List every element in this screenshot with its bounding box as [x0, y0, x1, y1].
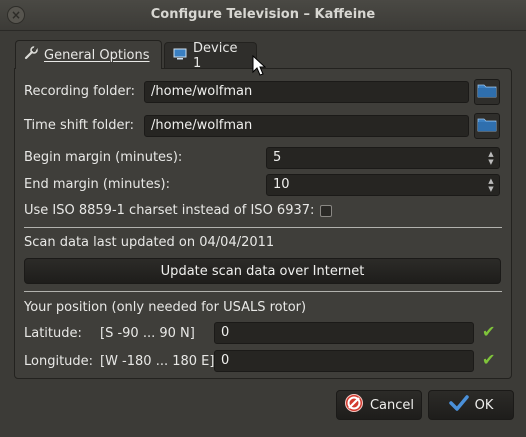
recording-folder-browse-button[interactable]	[474, 79, 500, 105]
begin-margin-spinbox[interactable]: 5 ▲ ▼	[266, 147, 500, 169]
begin-margin-label: Begin margin (minutes):	[24, 150, 183, 165]
timeshift-folder-input[interactable]: /home/wolfman	[144, 115, 469, 137]
latitude-range: [S -90 ... 90 N]	[100, 326, 195, 341]
position-header: Your position (only needed for USALS rot…	[24, 300, 307, 315]
timeshift-folder-browse-button[interactable]	[474, 113, 500, 139]
wrench-icon	[24, 46, 38, 64]
end-margin-spinbox[interactable]: 10 ▲ ▼	[266, 174, 500, 196]
end-margin-value: 10	[273, 177, 290, 192]
tab-general-options[interactable]: General Options	[15, 40, 162, 69]
iso-charset-checkbox[interactable]	[320, 205, 332, 217]
folder-icon	[477, 116, 497, 136]
separator	[24, 227, 502, 228]
latitude-label: Latitude:	[24, 326, 82, 341]
timeshift-folder-label: Time shift folder:	[24, 118, 135, 133]
folder-icon	[477, 82, 497, 102]
mouse-pointer-icon	[252, 54, 267, 81]
spin-arrows-icon[interactable]: ▲ ▼	[483, 148, 499, 168]
cancel-icon	[344, 393, 364, 417]
ok-button[interactable]: OK	[428, 390, 514, 420]
tab-device-1[interactable]: Device 1	[164, 40, 257, 71]
monitor-icon	[173, 48, 187, 64]
spin-arrows-icon[interactable]: ▲ ▼	[483, 175, 499, 195]
update-scan-button[interactable]: Update scan data over Internet	[24, 258, 501, 284]
longitude-label: Longitude:	[24, 354, 94, 369]
longitude-range: [W -180 ... 180 E]	[100, 354, 215, 369]
ok-button-label: OK	[474, 397, 494, 413]
begin-margin-value: 5	[273, 150, 282, 165]
tab-general-options-label: General Options	[44, 47, 150, 63]
latitude-valid-check-icon: ✔	[482, 322, 496, 341]
window-title: Configure Television – Kaffeine	[150, 7, 376, 22]
scan-updated-label: Scan data last updated on 04/04/2011	[24, 235, 275, 250]
cancel-button[interactable]: Cancel	[336, 390, 422, 420]
cancel-button-label: Cancel	[369, 397, 415, 413]
latitude-input[interactable]: 0	[214, 322, 474, 344]
iso-charset-label: Use ISO 8859-1 charset instead of ISO 69…	[24, 203, 315, 218]
recording-folder-label: Recording folder:	[24, 84, 136, 99]
ok-check-icon	[448, 394, 469, 416]
title-bar: × Configure Television – Kaffeine	[0, 0, 526, 31]
longitude-input[interactable]: 0	[214, 350, 474, 372]
update-scan-button-label: Update scan data over Internet	[160, 263, 365, 279]
separator	[24, 291, 502, 292]
tab-device-1-label: Device 1	[193, 40, 238, 71]
end-margin-label: End margin (minutes):	[24, 177, 170, 192]
recording-folder-input[interactable]: /home/wolfman	[144, 81, 469, 103]
longitude-valid-check-icon: ✔	[482, 350, 496, 369]
